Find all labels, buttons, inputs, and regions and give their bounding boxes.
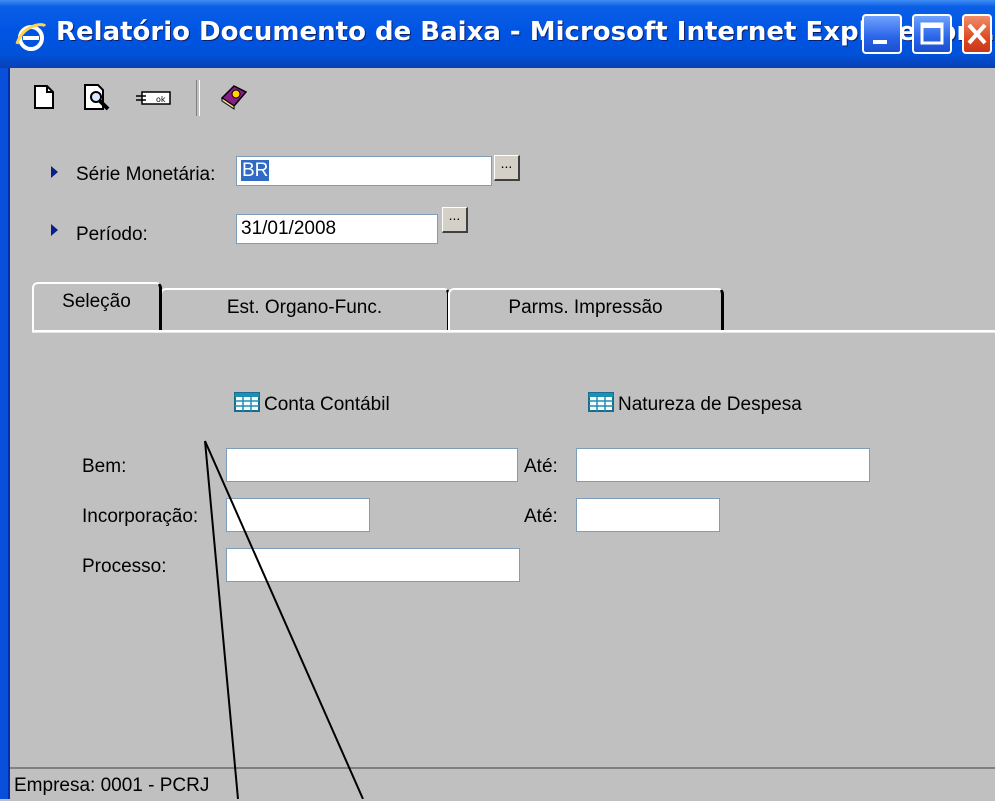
periodo-label: Período: <box>76 224 148 245</box>
tab-selecao[interactable]: Seleção <box>32 282 162 330</box>
bem-ate-input[interactable] <box>576 448 870 482</box>
bullet-arrow-icon <box>51 166 58 178</box>
incorporacao-ate-label: Até: <box>524 506 558 527</box>
maximize-button[interactable] <box>912 14 952 54</box>
minimize-icon <box>873 40 887 44</box>
processo-input[interactable] <box>226 548 520 582</box>
incorporacao-ate-input[interactable] <box>576 498 720 532</box>
serie-monetaria-label: Série Monetária: <box>76 164 216 185</box>
window-title: Relatório Documento de Baixa - Microsoft… <box>56 17 995 47</box>
help-book-icon[interactable] <box>218 80 250 112</box>
status-text: Empresa: 0001 - PCRJ <box>14 775 210 796</box>
svg-text:ok: ok <box>156 95 166 104</box>
bem-ate-label: Até: <box>524 456 558 477</box>
internet-explorer-icon <box>15 23 47 51</box>
tab-est-organo-func[interactable]: Est. Organo-Func. <box>160 288 450 330</box>
print-preview-icon[interactable] <box>82 82 112 112</box>
close-button[interactable] <box>962 14 992 54</box>
incorporacao-input[interactable] <box>226 498 370 532</box>
serie-monetaria-input[interactable]: BR <box>236 156 492 186</box>
tab-parms-impressao[interactable]: Parms. Impressão <box>448 288 724 330</box>
maximize-icon <box>920 22 944 45</box>
window-frame <box>0 68 8 799</box>
conta-contabil-link[interactable]: Conta Contábil <box>264 394 390 416</box>
new-document-icon[interactable] <box>32 84 56 110</box>
table-icon <box>234 392 260 412</box>
window-content: ok Série Monetária: BR ... Período: 31/0… <box>10 68 995 801</box>
bullet-arrow-icon <box>51 224 58 236</box>
tab-panel-border <box>32 330 995 333</box>
close-icon <box>967 23 987 45</box>
report-icon[interactable]: ok <box>134 88 174 108</box>
serie-monetaria-value: BR <box>241 160 270 181</box>
toolbar-separator <box>196 80 200 116</box>
title-bar: Relatório Documento de Baixa - Microsoft… <box>0 0 995 69</box>
status-bar: Empresa: 0001 - PCRJ <box>10 767 995 801</box>
bem-input[interactable] <box>226 448 518 482</box>
processo-label: Processo: <box>82 556 167 577</box>
incorporacao-label: Incorporação: <box>82 506 199 527</box>
bem-label: Bem: <box>82 456 127 477</box>
toolbar: ok <box>10 68 995 126</box>
minimize-button[interactable] <box>862 14 902 54</box>
table-icon <box>588 392 614 412</box>
periodo-lookup-button[interactable]: ... <box>442 207 468 233</box>
periodo-input[interactable]: 31/01/2008 <box>236 214 438 244</box>
serie-monetaria-lookup-button[interactable]: ... <box>494 155 520 181</box>
natureza-despesa-link[interactable]: Natureza de Despesa <box>618 394 802 416</box>
